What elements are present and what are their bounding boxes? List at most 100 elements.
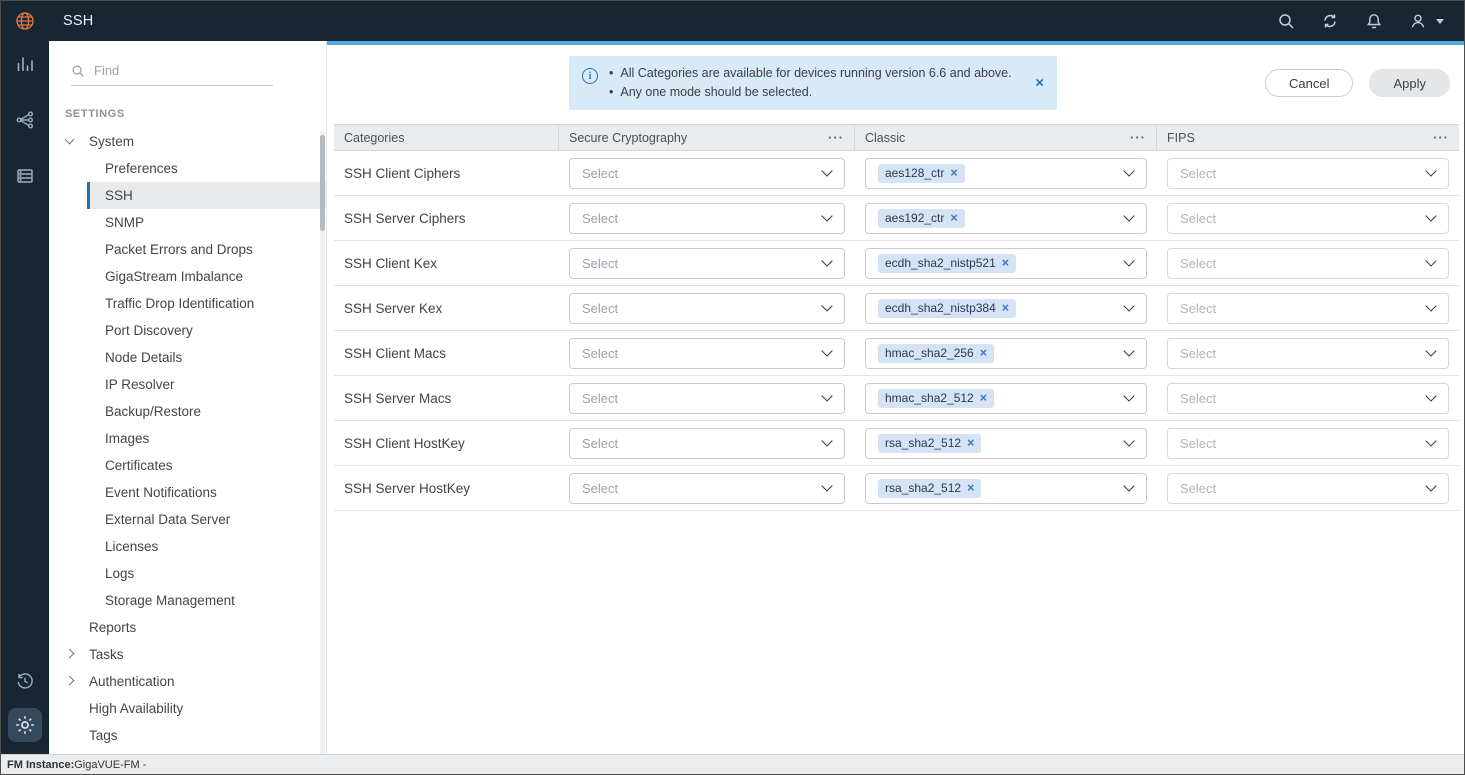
refresh-icon[interactable] (1320, 11, 1340, 31)
sidebar-item-event-notifications[interactable]: Event Notifications (87, 479, 326, 506)
fips-select[interactable]: Select (1167, 383, 1449, 414)
remove-chip-icon[interactable]: × (967, 437, 974, 450)
classic-select[interactable]: aes192_ctr× (865, 203, 1147, 234)
chip-label: rsa_sha2_512 (885, 481, 961, 495)
sidebar-item-external-data-server[interactable]: External Data Server (87, 506, 326, 533)
sidebar-item-label: High Availability (89, 701, 183, 716)
fm-instance-label: FM Instance: (7, 759, 74, 771)
classic-select[interactable]: ecdh_sha2_nistp521× (865, 248, 1147, 279)
find-input[interactable] (94, 63, 254, 78)
fips-select[interactable]: Select (1167, 158, 1449, 189)
find-search (71, 63, 273, 86)
table-row: SSH Client Kex Select ecdh_sha2_nistp521… (334, 241, 1459, 286)
table-header: Categories Secure Cryptography··· Classi… (334, 124, 1459, 151)
select-placeholder: Select (1180, 256, 1216, 271)
secure-cryptography-select[interactable]: Select (569, 293, 845, 324)
sidebar-item-licenses[interactable]: Licenses (87, 533, 326, 560)
select-placeholder: Select (1180, 301, 1216, 316)
chip-label: aes128_ctr (885, 166, 944, 180)
selected-value-chip: rsa_sha2_512 × (878, 479, 981, 498)
sidebar-item-images[interactable]: Images (87, 425, 326, 452)
sidebar-item-label: Node Details (105, 350, 182, 365)
selected-value-chip: rsa_sha2_512 × (878, 434, 981, 453)
sidebar-item-certificates[interactable]: Certificates (87, 452, 326, 479)
sidebar-item-ssh[interactable]: SSH (87, 182, 326, 209)
sidebar-item-packet-errors-and-drops[interactable]: Packet Errors and Drops (87, 236, 326, 263)
remove-chip-icon[interactable]: × (980, 392, 987, 405)
sidebar-item-label: Preferences (105, 161, 178, 176)
column-menu-icon[interactable]: ··· (1433, 131, 1449, 144)
sidebar-item-gigastream-imbalance[interactable]: GigaStream Imbalance (87, 263, 326, 290)
sidebar-item-traffic-drop-identification[interactable]: Traffic Drop Identification (87, 290, 326, 317)
apply-button[interactable]: Apply (1369, 69, 1450, 97)
chevron-right-icon (65, 649, 75, 659)
sidebar-item-ip-resolver[interactable]: IP Resolver (87, 371, 326, 398)
sidebar-item-snmp[interactable]: SNMP (87, 209, 326, 236)
sidebar-item-reports[interactable]: Reports (49, 614, 326, 641)
ssh-settings-table: Categories Secure Cryptography··· Classi… (334, 124, 1459, 511)
user-menu-icon[interactable] (1408, 11, 1428, 31)
classic-select[interactable]: rsa_sha2_512 × (865, 473, 1147, 504)
secure-cryptography-select[interactable]: Select (569, 383, 845, 414)
secure-cryptography-select[interactable]: Select (569, 473, 845, 504)
sidebar-item-authentication[interactable]: Authentication (49, 668, 326, 695)
classic-select[interactable]: hmac_sha2_256× (865, 338, 1147, 369)
sidebar-item-preferences[interactable]: Preferences (87, 155, 326, 182)
app-logo[interactable] (1, 9, 49, 33)
fips-select[interactable]: Select (1167, 248, 1449, 279)
chevron-down-icon (821, 210, 832, 221)
classic-select[interactable]: ecdh_sha2_nistp384× (865, 293, 1147, 324)
secure-cryptography-select[interactable]: Select (569, 248, 845, 279)
fips-select[interactable]: Select (1167, 203, 1449, 234)
remove-chip-icon[interactable]: × (1002, 257, 1009, 270)
column-header-fips: FIPS··· (1157, 125, 1459, 150)
inventory-nav-icon[interactable] (14, 165, 36, 187)
cancel-button[interactable]: Cancel (1265, 69, 1353, 97)
sidebar-item-port-discovery[interactable]: Port Discovery (87, 317, 326, 344)
sidebar-item-high-availability[interactable]: High Availability (49, 695, 326, 722)
sidebar-item-tags[interactable]: Tags (49, 722, 326, 749)
column-header-categories: Categories (334, 125, 559, 150)
chevron-down-icon (1123, 210, 1134, 221)
settings-nav-active[interactable] (8, 708, 42, 742)
column-header-label: Classic (865, 131, 905, 145)
sidebar-item-node-details[interactable]: Node Details (87, 344, 326, 371)
user-menu-caret-icon[interactable] (1436, 19, 1444, 24)
table-row: SSH Server Kex Select ecdh_sha2_nistp384… (334, 286, 1459, 331)
secure-cryptography-select[interactable]: Select (569, 338, 845, 369)
dashboards-nav-icon[interactable] (14, 53, 36, 75)
remove-chip-icon[interactable]: × (980, 347, 987, 360)
sidebar-item-tasks[interactable]: Tasks (49, 641, 326, 668)
column-menu-icon[interactable]: ··· (1130, 131, 1146, 144)
fips-select[interactable]: Select (1167, 428, 1449, 459)
remove-chip-icon[interactable]: × (950, 167, 957, 180)
sidebar-item-logs[interactable]: Logs (87, 560, 326, 587)
chevron-down-icon (1123, 300, 1134, 311)
chip-label: rsa_sha2_512 (885, 436, 961, 450)
fips-select[interactable]: Select (1167, 473, 1449, 504)
secure-cryptography-select[interactable]: Select (569, 158, 845, 189)
remove-chip-icon[interactable]: × (950, 212, 957, 225)
classic-select[interactable]: rsa_sha2_512 × (865, 428, 1147, 459)
sidebar-item-backup-restore[interactable]: Backup/Restore (87, 398, 326, 425)
sidebar-scrollbar-thumb[interactable] (320, 135, 325, 231)
sidebar-item-label: Tasks (89, 647, 124, 662)
sidebar-item-label: SSH (105, 188, 133, 203)
secure-cryptography-select[interactable]: Select (569, 203, 845, 234)
history-icon[interactable] (14, 670, 36, 692)
remove-chip-icon[interactable]: × (1002, 302, 1009, 315)
traffic-topology-nav-icon[interactable] (14, 109, 36, 131)
column-menu-icon[interactable]: ··· (828, 131, 844, 144)
notifications-bell-icon[interactable] (1364, 11, 1384, 31)
sidebar-item-system[interactable]: System (49, 128, 326, 155)
sidebar-item-label: System (89, 134, 134, 149)
remove-chip-icon[interactable]: × (967, 482, 974, 495)
fips-select[interactable]: Select (1167, 293, 1449, 324)
fips-select[interactable]: Select (1167, 338, 1449, 369)
classic-select[interactable]: hmac_sha2_512× (865, 383, 1147, 414)
secure-cryptography-select[interactable]: Select (569, 428, 845, 459)
classic-select[interactable]: aes128_ctr × (865, 158, 1147, 189)
close-icon[interactable]: × (1035, 76, 1044, 91)
search-icon[interactable] (1276, 11, 1296, 31)
sidebar-item-storage-management[interactable]: Storage Management (87, 587, 326, 614)
